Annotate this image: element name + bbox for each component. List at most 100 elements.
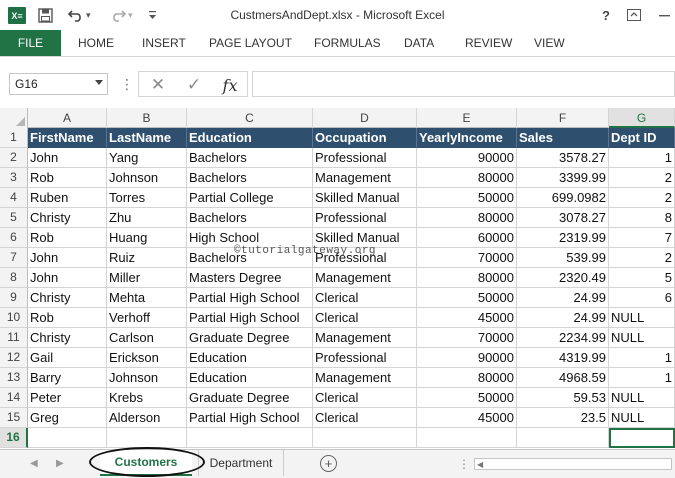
cell-sales[interactable]: 539.99 (517, 248, 609, 268)
cell-sales[interactable] (517, 428, 609, 448)
column-header-g[interactable]: G (609, 108, 675, 128)
tab-home[interactable]: HOME (78, 30, 114, 56)
cell-yearly-income[interactable]: 70000 (417, 248, 517, 268)
cell-dept-id[interactable]: 1 (609, 368, 675, 388)
cell-education[interactable]: Partial College (187, 188, 313, 208)
cell-last-name[interactable]: Torres (107, 188, 187, 208)
cell-last-name[interactable]: Huang (107, 228, 187, 248)
tab-splitter-icon[interactable]: ⋮ (458, 457, 470, 471)
cell-first-name[interactable] (28, 428, 107, 448)
cell-yearly-income[interactable]: 50000 (417, 188, 517, 208)
row-header-3[interactable]: 3 (0, 168, 28, 188)
cell-yearly-income[interactable]: 60000 (417, 228, 517, 248)
cell-sales[interactable]: 4319.99 (517, 348, 609, 368)
name-box[interactable]: G16 (9, 73, 108, 95)
cell-sales[interactable]: 3399.99 (517, 168, 609, 188)
cell-first-name[interactable]: Christy (28, 288, 107, 308)
cell-yearly-income[interactable] (417, 428, 517, 448)
cell-dept-id[interactable]: NULL (609, 328, 675, 348)
cell-education[interactable]: Graduate Degree (187, 328, 313, 348)
cell-sales[interactable]: 24.99 (517, 288, 609, 308)
cell-last-name[interactable]: Verhoff (107, 308, 187, 328)
cell-yearly-income[interactable]: 90000 (417, 348, 517, 368)
row-header-9[interactable]: 9 (0, 288, 28, 308)
cell-first-name[interactable]: Christy (28, 328, 107, 348)
cell-sales[interactable]: 2319.99 (517, 228, 609, 248)
minimize-icon[interactable] (654, 5, 674, 25)
column-header-b[interactable]: B (107, 108, 187, 128)
cell-sales[interactable]: 699.0982 (517, 188, 609, 208)
cell-yearly-income[interactable]: 45000 (417, 308, 517, 328)
cell-dept-id[interactable]: 1 (609, 348, 675, 368)
row-header-15[interactable]: 15 (0, 408, 28, 428)
cell-first-name[interactable]: Gail (28, 348, 107, 368)
cell-occupation[interactable]: Professional (313, 348, 417, 368)
cell-education[interactable]: Education (187, 368, 313, 388)
cell-education[interactable]: Partial High School (187, 288, 313, 308)
cell-education[interactable]: Graduate Degree (187, 388, 313, 408)
cell-education[interactable]: Bachelors (187, 208, 313, 228)
cell-dept-id[interactable]: 6 (609, 288, 675, 308)
cell-last-name[interactable]: Ruiz (107, 248, 187, 268)
select-all-button[interactable] (0, 108, 28, 128)
cell-occupation[interactable]: Professional (313, 208, 417, 228)
column-header-c[interactable]: C (187, 108, 313, 128)
cell-education[interactable]: Partial High School (187, 308, 313, 328)
cell-sales[interactable]: 3578.27 (517, 148, 609, 168)
cell-first-name[interactable]: John (28, 248, 107, 268)
cell-occupation[interactable]: Professional (313, 148, 417, 168)
cell-education[interactable]: Bachelors (187, 168, 313, 188)
cell-first-name[interactable]: Rob (28, 228, 107, 248)
insert-function-icon[interactable]: fx (217, 75, 243, 95)
cell-first-name[interactable]: Barry (28, 368, 107, 388)
cell-sales[interactable]: 24.99 (517, 308, 609, 328)
row-header-14[interactable]: 14 (0, 388, 28, 408)
tab-review[interactable]: REVIEW (465, 30, 512, 56)
header-cell-yearly-income[interactable]: YearlyIncome (417, 128, 517, 148)
cell-occupation[interactable]: Clerical (313, 388, 417, 408)
cell-education[interactable]: Masters Degree (187, 268, 313, 288)
cell-education[interactable]: Education (187, 348, 313, 368)
cell-first-name[interactable]: Rob (28, 308, 107, 328)
cell-sales[interactable]: 3078.27 (517, 208, 609, 228)
row-header-2[interactable]: 2 (0, 148, 28, 168)
cell-last-name[interactable]: Mehta (107, 288, 187, 308)
name-box-dropdown-icon[interactable] (95, 80, 103, 85)
cell-sales[interactable]: 59.53 (517, 388, 609, 408)
cell-yearly-income[interactable]: 80000 (417, 368, 517, 388)
cell-dept-id[interactable]: 8 (609, 208, 675, 228)
cell-first-name[interactable]: Christy (28, 208, 107, 228)
row-header-6[interactable]: 6 (0, 228, 28, 248)
cell-occupation[interactable]: Clerical (313, 308, 417, 328)
cell-first-name[interactable]: John (28, 268, 107, 288)
row-header-12[interactable]: 12 (0, 348, 28, 368)
cell-first-name[interactable]: Ruben (28, 188, 107, 208)
help-icon[interactable]: ? (596, 5, 616, 25)
row-header-16[interactable]: 16 (0, 428, 28, 448)
cell-last-name[interactable] (107, 428, 187, 448)
cell-dept-id[interactable]: NULL (609, 308, 675, 328)
scroll-left-icon[interactable]: ◀ (477, 460, 483, 469)
row-header-1[interactable]: 1 (0, 128, 28, 148)
horizontal-scrollbar[interactable]: ◀ (474, 458, 672, 470)
cell-last-name[interactable]: Erickson (107, 348, 187, 368)
cell-occupation[interactable]: Management (313, 368, 417, 388)
cell-dept-id[interactable]: 2 (609, 248, 675, 268)
tab-data[interactable]: DATA (404, 30, 434, 56)
cell-dept-id[interactable]: NULL (609, 388, 675, 408)
cell-yearly-income[interactable]: 50000 (417, 388, 517, 408)
cell-occupation[interactable]: Clerical (313, 408, 417, 428)
header-cell-occupation[interactable]: Occupation (313, 128, 417, 148)
cell-occupation[interactable]: Management (313, 168, 417, 188)
column-header-f[interactable]: F (517, 108, 609, 128)
cell-yearly-income[interactable]: 80000 (417, 268, 517, 288)
header-cell-dept-id[interactable]: Dept ID (609, 128, 675, 148)
cancel-icon[interactable]: ✕ (145, 75, 171, 95)
tab-view[interactable]: VIEW (534, 30, 565, 56)
tab-formulas[interactable]: FORMULAS (314, 30, 381, 56)
ribbon-display-icon[interactable] (624, 5, 644, 25)
cell-occupation[interactable]: Skilled Manual (313, 188, 417, 208)
cell-occupation[interactable]: Clerical (313, 288, 417, 308)
cell-last-name[interactable]: Alderson (107, 408, 187, 428)
header-cell-education[interactable]: Education (187, 128, 313, 148)
